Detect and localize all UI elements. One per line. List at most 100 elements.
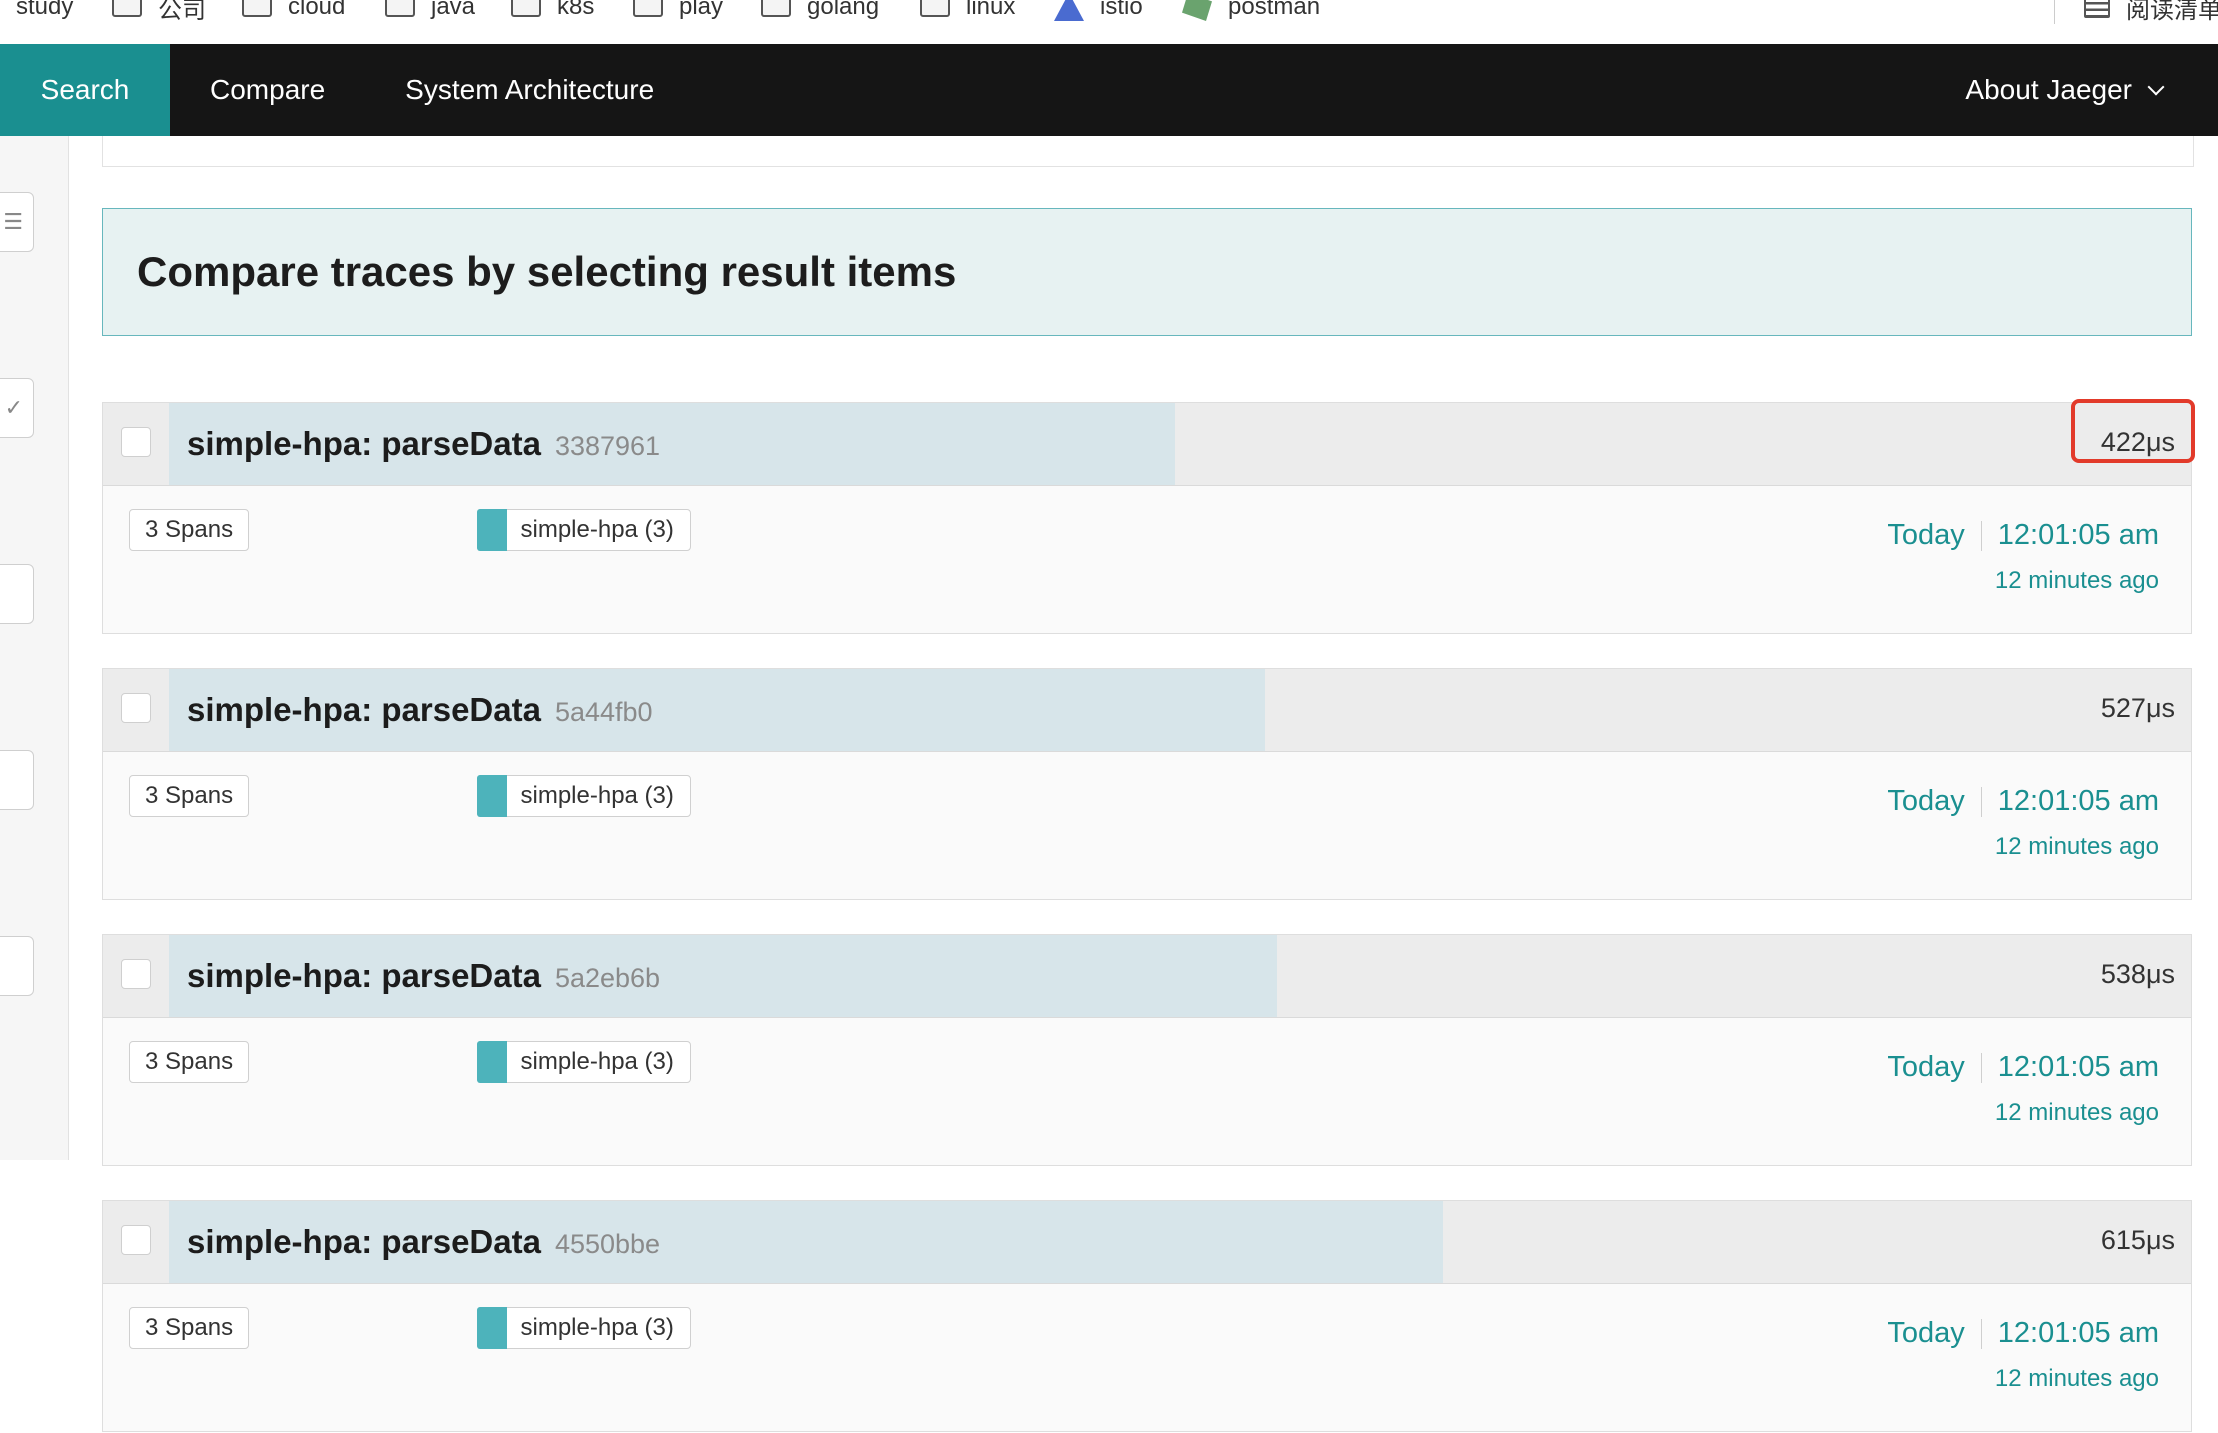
compare-checkbox[interactable] <box>121 693 151 723</box>
time-separator <box>1980 520 1982 551</box>
list-view-button[interactable]: ☰ <box>0 192 34 252</box>
trace-title[interactable]: simple-hpa: parseData 4550bbe <box>187 1223 660 1261</box>
trace-result-item[interactable]: simple-hpa: parseData 3387961 422μs 3 Spa… <box>102 399 2195 635</box>
about-jaeger-menu[interactable]: About Jaeger <box>1965 44 2165 136</box>
trace-relative-time: 12 minutes ago <box>1994 1099 2159 1126</box>
time-separator <box>1980 786 1982 817</box>
folder-icon <box>761 0 791 17</box>
trace-body: 3 Spans simple-hpa (3) Today 12:01:05 am … <box>103 1283 2191 1433</box>
chevron-down-icon <box>2147 78 2165 96</box>
service-name: simple-hpa (3) <box>520 1314 674 1341</box>
bookmark-company[interactable]: 公司 <box>112 0 206 24</box>
trace-header[interactable]: simple-hpa: parseData 5a44fb0 527μs <box>103 669 2191 752</box>
trace-result-item[interactable]: simple-hpa: parseData 4550bbe 615μs 3 Spa… <box>102 1200 2192 1432</box>
trace-id: 5a2eb6b <box>554 963 661 993</box>
trace-start-time: Today 12:01:05 am <box>1887 519 2159 552</box>
operation-select[interactable] <box>0 564 34 624</box>
reading-list-icon <box>2084 0 2110 18</box>
bookmark-label: play <box>679 0 724 20</box>
nav-search[interactable]: Search <box>0 44 170 136</box>
bookmark-golang[interactable]: golang <box>761 0 879 24</box>
trace-time: 12:01:05 am <box>1997 785 2159 817</box>
nav-system-architecture[interactable]: System Architecture <box>365 44 694 136</box>
highlight-annotation <box>2071 399 2195 463</box>
folder-icon <box>112 0 142 17</box>
trace-time: 12:01:05 am <box>1997 1317 2159 1349</box>
trace-header[interactable]: simple-hpa: parseData 3387961 422μs <box>103 399 2195 486</box>
service-tag: simple-hpa (3) <box>476 1041 691 1083</box>
trace-body: 3 Spans simple-hpa (3) Today 12:01:05 am … <box>103 751 2191 901</box>
bookmark-k8s[interactable]: k8s <box>511 0 594 24</box>
bookmark-java[interactable]: java <box>385 0 475 24</box>
bookmark-linux[interactable]: linux <box>920 0 1015 24</box>
span-count-tag: 3 Spans <box>129 1307 250 1349</box>
span-count-tag: 3 Spans <box>129 1041 250 1083</box>
trace-name: simple-hpa: parseData <box>187 691 541 728</box>
trace-title[interactable]: simple-hpa: parseData 5a44fb0 <box>187 691 653 729</box>
bookmark-label: 公司 <box>158 0 206 24</box>
search-results-header <box>102 136 2194 167</box>
nav-compare[interactable]: Compare <box>170 44 365 136</box>
bookmark-label: postman <box>1228 0 1321 20</box>
bookmark-label: golang <box>807 0 880 20</box>
service-name: simple-hpa (3) <box>520 516 674 543</box>
folder-icon <box>633 0 663 17</box>
trace-duration: 538μs <box>2100 959 2175 989</box>
trace-result-item[interactable]: simple-hpa: parseData 5a2eb6b 538μs 3 Spa… <box>102 934 2192 1166</box>
folder-icon <box>242 0 272 17</box>
trace-id: 3387961 <box>554 431 661 461</box>
span-count-tag: 3 Spans <box>129 775 250 817</box>
trace-name: simple-hpa: parseData <box>187 425 541 462</box>
trace-body: 3 Spans simple-hpa (3) Today 12:01:05 am … <box>103 485 2191 635</box>
lookback-select[interactable] <box>0 936 34 996</box>
about-jaeger-label: About Jaeger <box>1965 74 2132 105</box>
tags-input[interactable] <box>0 750 34 810</box>
trace-duration: 527μs <box>2100 693 2175 723</box>
trace-result-item[interactable]: simple-hpa: parseData 5a44fb0 527μs 3 Spa… <box>102 668 2192 900</box>
service-color-swatch <box>476 775 507 817</box>
trace-title[interactable]: simple-hpa: parseData 3387961 <box>187 425 660 463</box>
service-color-swatch <box>476 1041 507 1083</box>
bookmark-study[interactable]: study <box>16 0 73 24</box>
bookmarks-divider <box>2054 0 2055 24</box>
trace-header[interactable]: simple-hpa: parseData 5a2eb6b 538μs <box>103 935 2191 1018</box>
trace-day: Today <box>1887 1051 1965 1083</box>
trace-day: Today <box>1887 519 1965 551</box>
compare-banner: Compare traces by selecting result items <box>102 208 2192 336</box>
bookmark-label: istio <box>1100 0 1143 20</box>
service-color-swatch <box>476 1307 507 1349</box>
reading-list[interactable]: 阅读清单 <box>2084 0 2218 24</box>
service-tag: simple-hpa (3) <box>476 1307 691 1349</box>
top-nav: Search Compare System Architecture About… <box>0 44 2218 136</box>
trace-time: 12:01:05 am <box>1997 519 2159 551</box>
trace-relative-time: 12 minutes ago <box>1994 1365 2159 1392</box>
bookmark-istio[interactable]: istio <box>1054 0 1143 24</box>
service-name: simple-hpa (3) <box>520 782 674 809</box>
service-select[interactable]: ✓ <box>0 378 34 438</box>
bookmark-label: java <box>431 0 476 20</box>
trace-day: Today <box>1887 785 1965 817</box>
span-count-tag: 3 Spans <box>129 509 250 551</box>
service-tag: simple-hpa (3) <box>476 775 691 817</box>
compare-checkbox[interactable] <box>121 959 151 989</box>
istio-icon <box>1054 0 1084 21</box>
trace-id: 4550bbe <box>554 1229 661 1259</box>
trace-title[interactable]: simple-hpa: parseData 5a2eb6b <box>187 957 660 995</box>
bookmark-play[interactable]: play <box>633 0 723 24</box>
list-icon: ☰ <box>3 209 23 234</box>
trace-start-time: Today 12:01:05 am <box>1887 785 2159 818</box>
service-name: simple-hpa (3) <box>520 1048 674 1075</box>
service-tag: simple-hpa (3) <box>476 509 691 551</box>
bookmarks-bar: study 公司 cloud java k8s play golang linu… <box>0 0 2218 45</box>
trace-time: 12:01:05 am <box>1997 1051 2159 1083</box>
compare-checkbox[interactable] <box>121 427 151 457</box>
bookmark-cloud[interactable]: cloud <box>242 0 345 24</box>
bookmark-label: study <box>16 0 74 20</box>
bookmark-postman[interactable]: postman <box>1182 0 1320 24</box>
trace-name: simple-hpa: parseData <box>187 957 541 994</box>
trace-start-time: Today 12:01:05 am <box>1887 1317 2159 1350</box>
trace-header[interactable]: simple-hpa: parseData 4550bbe 615μs <box>103 1201 2191 1284</box>
trace-id: 5a44fb0 <box>554 697 653 727</box>
compare-checkbox[interactable] <box>121 1225 151 1255</box>
checkmark-icon: ✓ <box>4 395 23 420</box>
